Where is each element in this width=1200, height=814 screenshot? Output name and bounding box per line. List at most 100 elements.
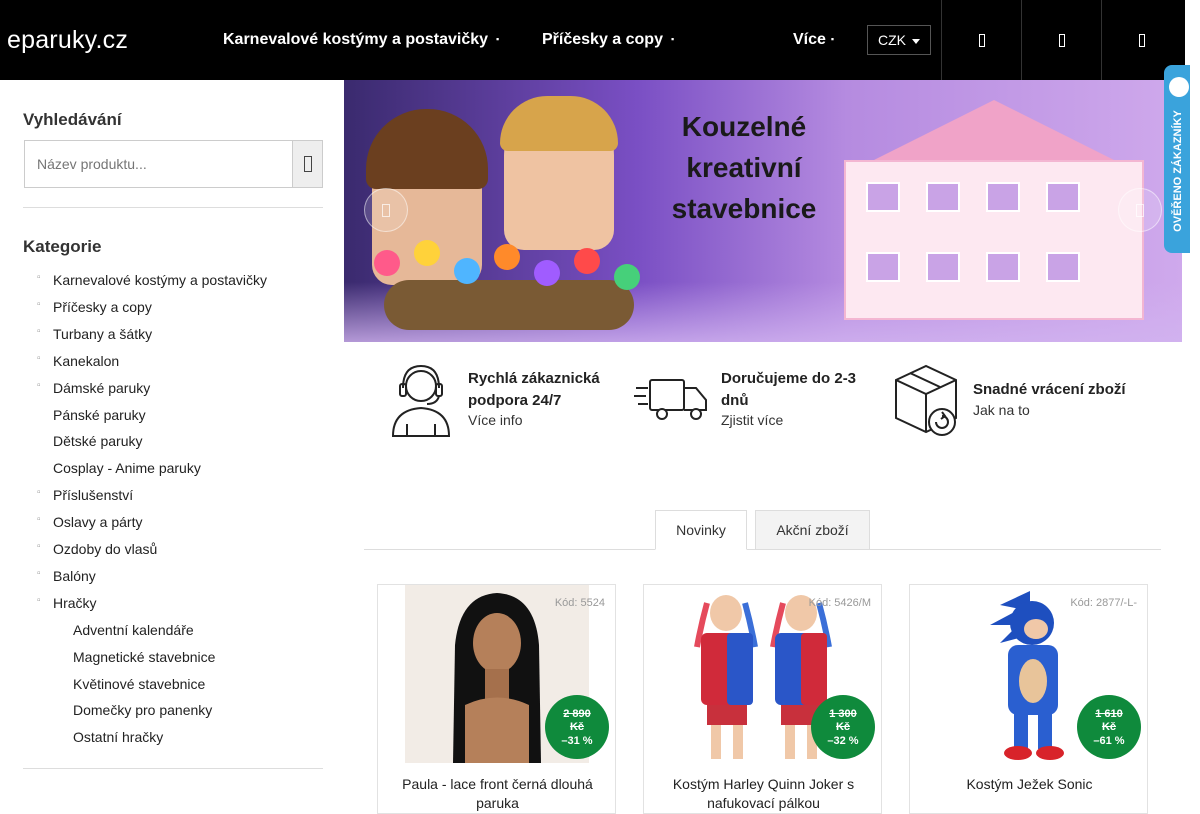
category-label: Cosplay - Anime paruky	[53, 460, 201, 477]
bullet-icon: ▫	[37, 594, 41, 606]
category-label: Ozdoby do vlasů	[53, 541, 158, 557]
sidebar-category-item[interactable]: ▫ Dámské paruky	[37, 379, 151, 396]
dollhouse-image	[814, 100, 1154, 320]
nav-karnevalove-kostymy[interactable]: Karnevalové kostýmy a postavičky ▪	[223, 31, 499, 49]
nav-label: Příčesky a copy	[542, 31, 663, 48]
category-label: Adventní kalendáře	[73, 621, 194, 638]
dropdown-caret-icon	[912, 39, 920, 44]
sidebar-category-item[interactable]: Dětské paruky	[53, 433, 142, 449]
category-label: Dětské paruky	[53, 433, 143, 450]
category-label: Domečky pro panenky	[73, 702, 213, 719]
benefit-title: Snadné vrácení zboží	[973, 381, 1126, 398]
hero-banner[interactable]: Kouzelné kreativní stavebnice	[344, 80, 1182, 342]
category-label: Oslavy a párty	[53, 514, 143, 531]
sidebar-category-item[interactable]: Cosplay - Anime paruky	[53, 460, 201, 476]
benefit-delivery: Doručujeme do 2-3 dnů Zjistit více	[634, 362, 884, 442]
nav-pricesky-a-copy[interactable]: Příčesky a copy ▪	[542, 31, 674, 49]
product-name-line: Kostým Ježek Sonic	[966, 776, 1093, 792]
sidebar-category-item[interactable]: Květinové stavebnice	[73, 676, 205, 692]
search-submit-button[interactable]	[292, 141, 322, 187]
tab-akcni-zbozi[interactable]: Akční zboží	[755, 510, 870, 550]
sidebar-category-item[interactable]: ▫ Turbany a šátky	[37, 325, 153, 342]
bullet-icon: ▫	[37, 567, 41, 579]
bullet-icon: ▫	[37, 272, 41, 283]
sidebar-category-item[interactable]: Ostatní hračky	[73, 729, 163, 745]
benefit-link[interactable]: Zjistit více	[721, 412, 783, 428]
sidebar-category-item[interactable]: Domečky pro panenky	[73, 702, 212, 718]
headset-icon	[387, 362, 457, 438]
benefit-returns: Snadné vrácení zboží Jak na to	[890, 362, 1140, 442]
benefit-title-line: Doručujeme do 2-3	[721, 370, 857, 387]
sidebar-category-item[interactable]: ▫ Balóny	[37, 567, 96, 584]
sidebar-category-item[interactable]: Adventní kalendáře	[73, 622, 194, 638]
user-icon	[978, 33, 985, 47]
categories-heading: Kategorie	[23, 237, 102, 256]
product-name[interactable]: Kostým Ježek Sonic	[920, 775, 1139, 794]
banner-title-line: stavebnice	[671, 193, 817, 224]
search-icon	[1058, 33, 1065, 47]
product-card[interactable]: Kód: 5524 2 890 Kč –31 % Paula - lace fr…	[377, 584, 616, 814]
benefit-link[interactable]: Více info	[468, 412, 522, 428]
slider-next-button[interactable]	[1118, 188, 1162, 232]
category-label: Kanekalon	[53, 352, 120, 369]
category-label: Pánské paruky	[53, 406, 146, 423]
old-price: 1 610	[1095, 708, 1123, 720]
banner-title-line: Kouzelné	[681, 111, 807, 142]
product-code: Kód: 5426/M	[808, 597, 871, 609]
cart-icon	[1138, 33, 1145, 47]
discount-percent: –61 %	[1093, 735, 1125, 747]
product-name-line: Paula - lace front černá dlouhá	[402, 776, 593, 792]
sidebar-category-item[interactable]: ▫ Ozdoby do vlasů	[37, 541, 158, 557]
old-price: 2 890	[563, 708, 591, 720]
sidebar-category-item[interactable]: ▫ Hračky	[37, 595, 97, 611]
benefit-link[interactable]: Jak na to	[973, 402, 1030, 418]
product-code: Kód: 5524	[554, 597, 605, 609]
verified-by-customers-badge[interactable]: OVĚŘENO ZÁKAZNÍKY	[1164, 65, 1190, 253]
sidebar-category-item[interactable]: ▫ Příslušenství	[37, 487, 133, 503]
sidebar-category-item[interactable]: ▫ Kanekalon	[37, 352, 120, 369]
discount-badge: 2 890 Kč –31 %	[545, 695, 609, 759]
flower-kit-image	[344, 240, 664, 330]
sidebar-search-form	[24, 140, 323, 188]
sidebar-category-item[interactable]: ▫ Karnevalové kostýmy a postavičky	[37, 272, 267, 288]
currency-select[interactable]: CZK	[867, 25, 931, 55]
category-label: Dámské paruky	[53, 379, 151, 396]
sidebar-category-item[interactable]: ▫ Příčesky a copy	[37, 298, 152, 315]
sidebar-category-item[interactable]: Magnetické stavebnice	[73, 649, 215, 665]
product-card[interactable]: Kód: 5426/M 1 300 Kč –32 % Kostým Harley…	[643, 584, 882, 814]
benefit-support: Rychlá zákaznická podpora 24/7 Více info	[387, 362, 627, 442]
search-input[interactable]	[25, 141, 293, 187]
product-name[interactable]: Kostým Harley Quinn Joker s nafukovací p…	[654, 775, 873, 813]
tab-novinky[interactable]: Novinky	[655, 510, 747, 550]
category-label: Ostatní hračky	[73, 729, 164, 746]
product-card[interactable]: Kód: 2877/-L- 1 610 Kč –61 % Kostým Ježe…	[909, 584, 1148, 814]
sidebar-category-item[interactable]: ▫ Oslavy a párty	[37, 514, 143, 531]
benefit-title: Rychlá zákaznická podpora 24/7	[468, 368, 600, 412]
discount-percent: –32 %	[827, 735, 859, 747]
category-label: Balóny	[53, 567, 96, 584]
banner-title: Kouzelné kreativní stavebnice	[654, 106, 834, 229]
user-button[interactable]	[941, 0, 1021, 80]
benefit-title-line: dnů	[721, 392, 749, 409]
slider-prev-button[interactable]	[364, 188, 408, 232]
top-header: eparuky.cz Karnevalové kostýmy a postavi…	[0, 0, 1185, 80]
nav-more[interactable]: Více ▪	[793, 31, 834, 49]
chevron-down-icon: ▪	[670, 34, 675, 44]
benefit-title: Doručujeme do 2-3 dnů	[721, 368, 856, 412]
chevron-down-icon: ▪	[496, 34, 500, 44]
category-label: Turbany a šátky	[53, 325, 153, 342]
divider	[23, 768, 323, 769]
bullet-icon: ▫	[37, 298, 41, 310]
category-label: Příčesky a copy	[53, 298, 152, 315]
old-price: 1 300	[829, 708, 857, 720]
sidebar-category-item[interactable]: Pánské paruky	[53, 407, 146, 423]
product-name-line: nafukovací pálkou	[707, 795, 820, 811]
search-toggle-button[interactable]	[1021, 0, 1101, 80]
site-logo[interactable]: eparuky.cz	[7, 26, 128, 55]
old-price-currency: Kč	[569, 721, 585, 733]
product-name-line: paruka	[476, 795, 519, 811]
banner-boy-image	[500, 96, 618, 250]
product-name[interactable]: Paula - lace front černá dlouhá paruka	[388, 775, 607, 813]
search-icon	[303, 156, 312, 172]
discount-badge: 1 300 Kč –32 %	[811, 695, 875, 759]
